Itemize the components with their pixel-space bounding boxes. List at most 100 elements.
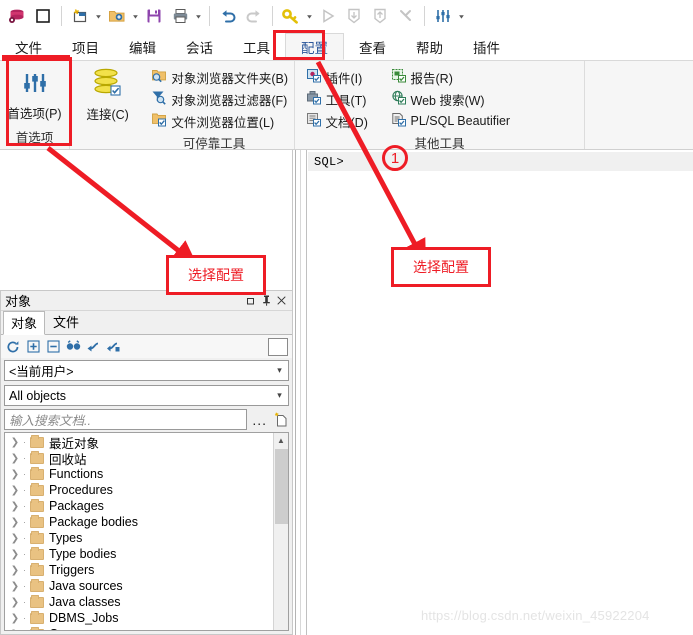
chevron-down-icon: ▾ <box>277 365 282 375</box>
new-file-dropdown-caret[interactable] <box>93 3 104 29</box>
menu-item-project[interactable]: 项目 <box>57 33 114 60</box>
chevron-right-icon[interactable]: ❯ <box>9 453 21 464</box>
menu-item-help[interactable]: 帮助 <box>401 33 458 60</box>
tree-node[interactable]: ❯ · DBMS_Jobs <box>5 610 273 626</box>
key-dropdown-caret[interactable] <box>304 3 315 29</box>
chevron-right-icon[interactable]: ❯ <box>9 629 21 631</box>
tree-node[interactable]: ❯ · Functions <box>5 466 273 482</box>
print-icon[interactable] <box>167 3 193 29</box>
tree-node[interactable]: ❯ · Packages <box>5 498 273 514</box>
scrollbar-thumb[interactable] <box>274 449 288 524</box>
export-icon[interactable] <box>367 3 393 29</box>
browse-button[interactable]: ... <box>250 412 269 428</box>
preferences-button[interactable]: 首选项(P) <box>0 71 71 122</box>
report-label: 报告(R) <box>410 71 453 86</box>
preferences-button-label: 首选项(P) <box>7 106 62 121</box>
tree-node[interactable]: ❯ · 回收站 <box>5 450 273 467</box>
import-icon[interactable] <box>341 3 367 29</box>
break-icon[interactable] <box>393 3 419 29</box>
tools-item[interactable]: 工具(T) <box>306 89 379 109</box>
print-dropdown-caret[interactable] <box>193 3 204 29</box>
chevron-right-icon[interactable]: ❯ <box>9 501 21 512</box>
chevron-right-icon[interactable]: ❯ <box>9 597 21 608</box>
ribbon-group-preferences-label: 首选项 <box>15 131 54 145</box>
new-document-icon[interactable] <box>272 411 289 429</box>
tree-node[interactable]: ❯ · Types <box>5 530 273 546</box>
user-filter-value: <当前用户> <box>9 365 74 379</box>
tree-dots: · <box>23 565 26 575</box>
chevron-right-icon[interactable]: ❯ <box>9 549 21 560</box>
tree-dots: · <box>23 613 26 623</box>
folder-icon <box>30 450 44 464</box>
open-folder-icon[interactable] <box>104 3 130 29</box>
chevron-right-icon[interactable]: ❯ <box>9 517 21 528</box>
next-icon[interactable] <box>105 339 121 355</box>
folder-icon <box>30 546 44 560</box>
preferences-icon[interactable] <box>430 3 456 29</box>
open-folder-dropdown-caret[interactable] <box>130 3 141 29</box>
chevron-right-icon[interactable]: ❯ <box>9 565 21 576</box>
chevron-right-icon[interactable]: ❯ <box>9 533 21 544</box>
refresh-icon[interactable] <box>5 339 21 355</box>
panel-toggle-button[interactable] <box>268 337 288 356</box>
collapse-all-icon[interactable] <box>45 339 61 355</box>
menu-item-file[interactable]: 文件 <box>0 33 57 60</box>
save-icon[interactable] <box>141 3 167 29</box>
object-tree[interactable]: ❯ · 最近对象 ❯ · 回收站 ❯ · Functions ❯ · Proce… <box>4 432 289 631</box>
plugins-item[interactable]: 插件(I) <box>306 67 379 87</box>
tree-node[interactable]: ❯ · Package bodies <box>5 514 273 530</box>
scroll-up-icon[interactable]: ▲ <box>274 433 289 448</box>
tab-objects[interactable]: 对象 <box>3 311 46 335</box>
undo-icon[interactable] <box>215 3 241 29</box>
find-icon[interactable] <box>65 339 81 355</box>
redo-icon[interactable] <box>241 3 267 29</box>
preferences-dropdown-caret[interactable] <box>456 3 467 29</box>
tree-node-label: 回收站 <box>49 452 87 467</box>
menu-item-session[interactable]: 会话 <box>171 33 228 60</box>
search-input[interactable]: 输入搜索文档.. <box>4 409 248 430</box>
connections-button[interactable]: 连接(C) <box>70 65 145 123</box>
beautifier-icon <box>391 112 407 130</box>
sql-editor-pane[interactable]: SQL> <box>297 150 693 635</box>
menu-item-configure[interactable]: 配置 <box>285 33 344 60</box>
database-icon[interactable] <box>4 3 30 29</box>
new-file-icon[interactable] <box>67 3 93 29</box>
tab-files[interactable]: 文件 <box>45 310 87 334</box>
tree-node[interactable]: ❯ · Procedures <box>5 482 273 498</box>
chevron-right-icon[interactable]: ❯ <box>9 485 21 496</box>
tree-node[interactable]: ❯ · Type bodies <box>5 546 273 562</box>
tree-scrollbar[interactable]: ▲ <box>273 433 288 630</box>
chevron-right-icon[interactable]: ❯ <box>9 613 21 624</box>
menu-item-edit[interactable]: 编辑 <box>114 33 171 60</box>
close-icon[interactable] <box>274 293 289 309</box>
tree-node[interactable]: ❯ · Java sources <box>5 578 273 594</box>
file-browser-location-label: 文件浏览器位置(L) <box>171 115 275 130</box>
connections-button-label: 连接(C) <box>86 108 129 122</box>
object-browser-filter-item[interactable]: 对象浏览器过滤器(F) <box>151 89 288 109</box>
user-filter-select[interactable]: <当前用户> ▾ <box>4 360 289 381</box>
web-search-item[interactable]: Web 搜索(W) <box>391 89 574 109</box>
menu-item-tools[interactable]: 工具 <box>228 33 285 60</box>
beautifier-item[interactable]: PL/SQL Beautifier <box>391 111 574 131</box>
chevron-right-icon[interactable]: ❯ <box>9 469 21 480</box>
chevron-right-icon[interactable]: ❯ <box>9 581 21 592</box>
menu-item-view[interactable]: 查看 <box>344 33 401 60</box>
new-window-icon[interactable] <box>30 3 56 29</box>
report-item[interactable]: 报告(R) <box>391 67 574 87</box>
tree-node[interactable]: ❯ · Queues <box>5 626 273 630</box>
tree-node[interactable]: ❯ · 最近对象 <box>5 434 273 451</box>
key-icon[interactable] <box>278 3 304 29</box>
file-browser-location-item[interactable]: 文件浏览器位置(L) <box>151 111 288 131</box>
documents-item[interactable]: 文档(D) <box>306 111 379 131</box>
chevron-right-icon[interactable]: ❯ <box>9 437 21 448</box>
tree-node[interactable]: ❯ · Java classes <box>5 594 273 610</box>
object-filter-select[interactable]: All objects ▾ <box>4 385 289 406</box>
expand-all-icon[interactable] <box>25 339 41 355</box>
menu-item-plugins[interactable]: 插件 <box>458 33 515 60</box>
execute-icon[interactable] <box>315 3 341 29</box>
object-browser-folders-item[interactable]: 对象浏览器文件夹(B) <box>151 67 288 87</box>
tree-node[interactable]: ❯ · Triggers <box>5 562 273 578</box>
tree-node-label: Queues <box>49 627 93 630</box>
previous-icon[interactable] <box>85 339 101 355</box>
sql-prompt-line[interactable]: SQL> <box>308 152 693 171</box>
